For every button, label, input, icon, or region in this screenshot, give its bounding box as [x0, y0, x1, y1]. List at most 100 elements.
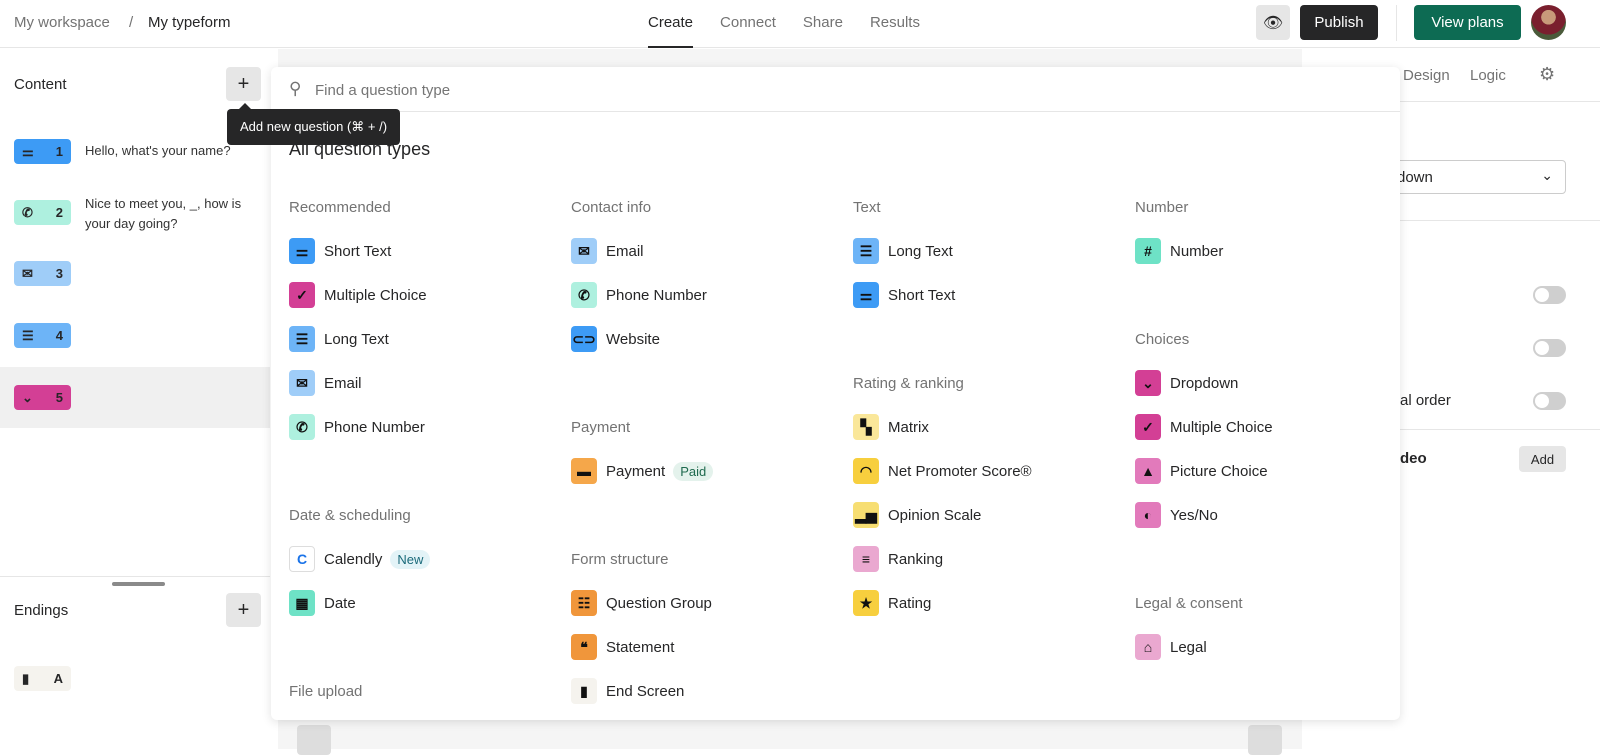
- question-type-option[interactable]: ⚌ Short Text: [853, 273, 1135, 317]
- check-icon: ✓: [289, 282, 315, 308]
- option-label: Rating: [888, 594, 932, 612]
- add-ending-button[interactable]: +: [226, 593, 261, 627]
- question-item[interactable]: ✉ 3: [0, 243, 270, 304]
- question-type-option[interactable]: ❝ Statement: [571, 625, 853, 669]
- setting-label: al order: [1400, 392, 1451, 409]
- question-type-option[interactable]: ▂▅ Opinion Scale: [853, 493, 1135, 537]
- question-type-option[interactable]: ☰ Long Text: [853, 229, 1135, 273]
- question-type-option[interactable]: ☰ Long Text: [289, 317, 571, 361]
- user-avatar[interactable]: [1531, 5, 1566, 40]
- question-badge: ✆ 2: [14, 200, 71, 225]
- tab-results[interactable]: Results: [870, 0, 920, 48]
- divider: [1396, 5, 1397, 41]
- long-text-icon: ☰: [22, 327, 34, 343]
- tag-badge: New: [390, 549, 431, 569]
- question-type-option[interactable]: ✆ Phone Number: [289, 405, 571, 449]
- add-video-button[interactable]: Add: [1519, 446, 1566, 472]
- toggle-switch[interactable]: [1533, 286, 1566, 304]
- question-item[interactable]: ✆ 2 Nice to meet you, _, how is your day g…: [0, 182, 270, 243]
- question-type-option[interactable]: ▲ Picture Choice: [1135, 449, 1400, 493]
- hash-icon: #: [1135, 238, 1161, 264]
- question-type-option[interactable]: ⌂ Legal: [1135, 625, 1400, 669]
- yes-no-icon: ◐: [1135, 502, 1161, 528]
- question-type-picker: ⚲ All question types Recommended⚌Short T…: [271, 67, 1400, 720]
- question-type-option[interactable]: ▮Redirect: [571, 713, 853, 720]
- option-label: Statement: [606, 638, 675, 656]
- preview-eye-icon[interactable]: 👁: [1256, 5, 1290, 40]
- question-type-option[interactable]: ⚌ Short Text: [289, 229, 571, 273]
- question-item[interactable]: ☰ 4: [0, 305, 270, 366]
- calendar-icon: ▦: [289, 590, 315, 616]
- question-type-option[interactable]: ✓ Multiple Choice: [289, 273, 571, 317]
- toggle-switch[interactable]: [1533, 392, 1566, 410]
- question-type-option[interactable]: ✉ Email: [571, 229, 853, 273]
- gauge-icon: ◠: [853, 458, 879, 484]
- section-header: Legal & consent: [1135, 594, 1243, 612]
- link-icon: ⊂⊃: [571, 326, 597, 352]
- question-item[interactable]: ⌄ 5: [0, 367, 270, 428]
- question-type-option[interactable]: ▮ End Screen: [571, 669, 853, 713]
- video-label: deo: [1400, 450, 1427, 467]
- option-label: Yes/No: [1170, 506, 1218, 524]
- option-label: Phone Number: [324, 418, 425, 436]
- ranking-icon: ≡: [853, 546, 879, 572]
- question-type-option[interactable]: ≡ Ranking: [853, 537, 1135, 581]
- end-screen-icon: ▮: [571, 678, 597, 704]
- tab-connect[interactable]: Connect: [720, 0, 776, 48]
- question-type-option[interactable]: ▮File Upload: [289, 713, 571, 720]
- question-type-option[interactable]: ▚ Matrix: [853, 405, 1135, 449]
- section-header: Text: [853, 198, 881, 216]
- tab-design[interactable]: Design: [1403, 67, 1450, 84]
- option-label: Multiple Choice: [324, 286, 427, 304]
- question-type-option[interactable]: C Calendly New: [289, 537, 571, 581]
- question-number: 4: [55, 328, 63, 343]
- matrix-icon: ▚: [853, 414, 879, 440]
- question-type-option[interactable]: ▦ Date: [289, 581, 571, 625]
- option-label: Email: [606, 242, 644, 260]
- question-type-option[interactable]: ◐ Yes/No: [1135, 493, 1400, 537]
- tab-create[interactable]: Create: [648, 0, 694, 48]
- question-type-option[interactable]: # Number: [1135, 229, 1400, 273]
- option-label: Net Promoter Score®: [888, 462, 1032, 480]
- search-input[interactable]: [315, 77, 1215, 103]
- tab-logic[interactable]: Logic: [1470, 67, 1506, 84]
- toggle-switch[interactable]: [1533, 339, 1566, 357]
- option-label: Short Text: [888, 286, 956, 304]
- option-label: End Screen: [606, 682, 685, 700]
- tab-share[interactable]: Share: [803, 0, 843, 48]
- publish-button[interactable]: Publish: [1300, 5, 1378, 40]
- search-icon: ⚲: [289, 79, 302, 98]
- question-type-option[interactable]: ★ Rating: [853, 581, 1135, 625]
- question-type-option[interactable]: ⌄ Dropdown: [1135, 361, 1400, 405]
- breadcrumb-workspace[interactable]: My workspace: [14, 14, 110, 31]
- phone-icon: ✆: [571, 282, 597, 308]
- tag-badge: Paid: [673, 461, 714, 481]
- chevron-down-icon: ⌄: [1541, 167, 1553, 183]
- option-label: Website: [606, 330, 660, 348]
- resize-handle[interactable]: [112, 582, 165, 586]
- section-header: Choices: [1135, 330, 1190, 348]
- canvas-button[interactable]: [1248, 725, 1282, 755]
- ending-item[interactable]: ▮ A: [14, 666, 71, 691]
- question-type-option[interactable]: ⊂⊃ Website: [571, 317, 853, 361]
- section-header: Form structure: [571, 550, 669, 568]
- view-plans-button[interactable]: View plans: [1414, 5, 1521, 40]
- option-label: Payment: [606, 462, 666, 480]
- section-header: Contact info: [571, 198, 652, 216]
- question-type-option[interactable]: ◠ Net Promoter Score®: [853, 449, 1135, 493]
- question-badge: ✉ 3: [14, 261, 71, 286]
- option-label: Matrix: [888, 418, 929, 436]
- question-type-option[interactable]: ▬ Payment Paid: [571, 449, 853, 493]
- gear-icon[interactable]: ⚙: [1539, 64, 1555, 85]
- add-question-button[interactable]: +: [226, 67, 261, 101]
- question-type-option[interactable]: ✆ Phone Number: [571, 273, 853, 317]
- add-question-tooltip: Add new question (⌘ + /): [227, 103, 401, 145]
- breadcrumb-form[interactable]: My typeform: [148, 14, 231, 31]
- option-label: Short Text: [324, 242, 392, 260]
- question-type-option[interactable]: ☷ Question Group: [571, 581, 853, 625]
- canvas-button[interactable]: [297, 725, 331, 755]
- question-type-column: Contact info ✉ Email ✆ Phone Number ⊂⊃ Website…: [571, 185, 853, 720]
- divider: [0, 576, 270, 577]
- question-type-option[interactable]: ✉ Email: [289, 361, 571, 405]
- question-type-option[interactable]: ✓ Multiple Choice: [1135, 405, 1400, 449]
